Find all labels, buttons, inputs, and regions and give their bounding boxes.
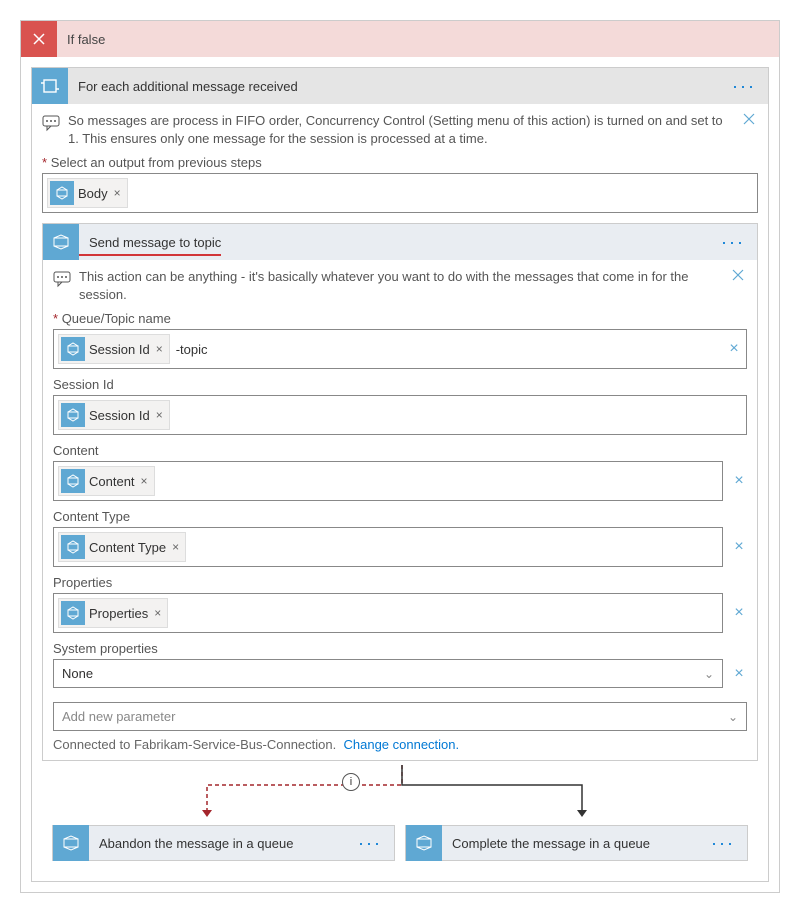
send-hint-text: This action can be anything - it's basic… <box>79 268 723 303</box>
foreach-hint: So messages are process in FIFO order, C… <box>42 112 758 147</box>
foreach-card: For each additional message received ···… <box>31 67 769 882</box>
token-icon <box>61 403 85 427</box>
speech-icon <box>42 114 60 132</box>
chevron-down-icon: ⌄ <box>728 710 738 724</box>
queue-label: * Queue/Topic name <box>53 311 747 326</box>
remove-field-button[interactable]: × <box>731 472 747 490</box>
sessionid-token[interactable]: Session Id × <box>58 334 170 364</box>
complete-card[interactable]: Complete the message in a queue ··· <box>405 825 748 861</box>
remove-field-button[interactable]: × <box>731 604 747 622</box>
abandon-title: Abandon the message in a queue <box>89 836 346 851</box>
queue-input[interactable]: Session Id × -topic × <box>53 329 747 369</box>
ctype-token[interactable]: Content Type × <box>58 532 186 562</box>
sessionid-token[interactable]: Session Id × <box>58 400 170 430</box>
send-title: Send message to topic <box>79 235 221 256</box>
remove-token-button[interactable]: × <box>112 186 123 200</box>
add-param-placeholder: Add new parameter <box>62 709 175 724</box>
abandon-card[interactable]: Abandon the message in a queue ··· <box>52 825 395 861</box>
change-connection-link[interactable]: Change connection. <box>343 737 459 752</box>
content-token[interactable]: Content × <box>58 466 155 496</box>
remove-field-button[interactable]: × <box>731 665 747 683</box>
send-message-header[interactable]: Send message to topic ··· <box>43 224 757 260</box>
remove-token-button[interactable]: × <box>170 540 181 554</box>
if-false-header: If false <box>21 21 779 57</box>
send-message-card: Send message to topic ··· This action ca… <box>42 223 758 761</box>
sysprops-select[interactable]: None ⌄ <box>53 659 723 688</box>
token-icon <box>50 181 74 205</box>
flow-connector: i <box>42 765 758 825</box>
queue-suffix: -topic <box>176 342 208 357</box>
abandon-menu-button[interactable]: ··· <box>346 833 394 854</box>
token-icon <box>61 337 85 361</box>
speech-icon <box>53 270 71 288</box>
remove-token-button[interactable]: × <box>152 606 163 620</box>
remove-token-button[interactable]: × <box>154 408 165 422</box>
loop-icon <box>32 68 68 104</box>
foreach-menu-button[interactable]: ··· <box>720 76 768 97</box>
content-input[interactable]: Content × <box>53 461 723 501</box>
clear-input-button[interactable]: × <box>726 340 742 358</box>
if-false-title: If false <box>57 32 105 47</box>
servicebus-icon <box>53 825 89 861</box>
connection-info: Connected to Fabrikam-Service-Bus-Connec… <box>53 737 747 752</box>
ctype-label: Content Type <box>53 509 747 524</box>
foreach-title: For each additional message received <box>68 79 720 94</box>
chevron-down-icon: ⌄ <box>704 667 714 681</box>
complete-menu-button[interactable]: ··· <box>699 833 747 854</box>
props-token[interactable]: Properties × <box>58 598 168 628</box>
sysprops-label: System properties <box>53 641 747 656</box>
if-false-card: If false For each additional message rec… <box>20 20 780 893</box>
complete-title: Complete the message in a queue <box>442 836 699 851</box>
close-hint-button[interactable] <box>731 268 747 282</box>
content-label: Content <box>53 443 747 458</box>
add-parameter-dropdown[interactable]: Add new parameter ⌄ <box>53 702 747 731</box>
sysprops-value: None <box>62 666 93 681</box>
send-menu-button[interactable]: ··· <box>709 232 757 253</box>
foreach-hint-text: So messages are process in FIFO order, C… <box>68 112 734 147</box>
foreach-header[interactable]: For each additional message received ··· <box>32 68 768 104</box>
select-output-input[interactable]: Body × <box>42 173 758 213</box>
token-icon <box>61 601 85 625</box>
ctype-input[interactable]: Content Type × <box>53 527 723 567</box>
close-icon[interactable] <box>21 21 57 57</box>
token-icon <box>61 469 85 493</box>
remove-token-button[interactable]: × <box>139 474 150 488</box>
sessionid-input[interactable]: Session Id × <box>53 395 747 435</box>
close-hint-button[interactable] <box>742 112 758 126</box>
servicebus-icon <box>43 224 79 260</box>
token-icon <box>61 535 85 559</box>
props-label: Properties <box>53 575 747 590</box>
sessionid-label: Session Id <box>53 377 747 392</box>
select-output-label: * Select an output from previous steps <box>42 155 758 170</box>
remove-field-button[interactable]: × <box>731 538 747 556</box>
props-input[interactable]: Properties × <box>53 593 723 633</box>
remove-token-button[interactable]: × <box>154 342 165 356</box>
servicebus-icon <box>406 825 442 861</box>
send-hint: This action can be anything - it's basic… <box>53 268 747 303</box>
body-token[interactable]: Body × <box>47 178 128 208</box>
